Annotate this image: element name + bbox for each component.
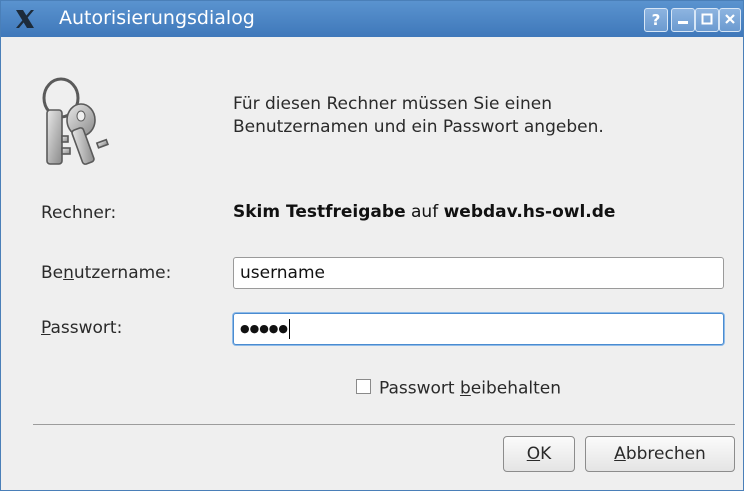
password-input[interactable]: ●●●●● bbox=[233, 313, 724, 345]
dialog-content: Für diesen Rechner müssen Sie einen Benu… bbox=[1, 38, 743, 490]
cancel-accelerator: A bbox=[614, 444, 626, 464]
cancel-button[interactable]: Abbrechen bbox=[585, 436, 735, 472]
remember-label-accelerator: b bbox=[459, 378, 471, 399]
ok-button[interactable]: OK bbox=[503, 436, 575, 472]
username-label-post: utzername: bbox=[73, 263, 172, 283]
host-label: Rechner: bbox=[41, 203, 117, 223]
server-name: webdav.hs-owl.de bbox=[443, 202, 616, 222]
close-icon bbox=[725, 14, 735, 24]
cancel-label-rest: bbrechen bbox=[625, 444, 706, 464]
x-logo-icon[interactable] bbox=[13, 7, 37, 31]
username-input[interactable]: username bbox=[233, 257, 724, 289]
password-label-accelerator: P bbox=[41, 318, 51, 338]
remember-password-row[interactable]: Passwort beibehalten bbox=[356, 378, 561, 402]
ok-label-rest: K bbox=[540, 444, 552, 464]
password-label: Passwort: bbox=[41, 318, 122, 338]
password-value: ●●●●● bbox=[240, 322, 288, 335]
help-icon: ? bbox=[651, 11, 661, 29]
window-title: Autorisierungsdialog bbox=[59, 7, 255, 29]
message-line-1: Für diesen Rechner müssen Sie einen bbox=[233, 94, 552, 114]
title-bar[interactable]: Autorisierungsdialog ? bbox=[1, 1, 743, 37]
password-label-post: asswort: bbox=[50, 318, 123, 338]
keys-icon bbox=[42, 77, 109, 165]
auth-dialog-window: Autorisierungsdialog ? Für diesen Rechne… bbox=[0, 0, 744, 491]
remember-label-pre: Passwort bbox=[379, 378, 460, 399]
remember-password-checkbox[interactable] bbox=[356, 379, 371, 394]
remember-password-label[interactable]: Passwort beibehalten bbox=[379, 379, 561, 399]
maximize-icon bbox=[701, 13, 713, 25]
help-button[interactable]: ? bbox=[644, 8, 668, 32]
auth-message: Für diesen Rechner müssen Sie einen Benu… bbox=[233, 93, 713, 139]
username-value: username bbox=[240, 263, 325, 283]
separator bbox=[33, 424, 735, 425]
maximize-button[interactable] bbox=[695, 8, 719, 32]
host-value: Skim Testfreigabe auf webdav.hs-owl.de bbox=[233, 202, 615, 222]
username-label-accelerator: n bbox=[63, 263, 74, 283]
text-caret bbox=[289, 319, 290, 339]
ok-accelerator: O bbox=[526, 444, 541, 464]
username-label-pre: Be bbox=[41, 263, 64, 283]
minimize-icon bbox=[678, 21, 688, 24]
share-name: Skim Testfreigabe bbox=[233, 202, 406, 222]
close-button[interactable] bbox=[719, 8, 741, 32]
message-line-2: Benutzernamen und ein Passwort angeben. bbox=[233, 117, 604, 137]
username-label: Benutzername: bbox=[41, 263, 171, 283]
minimize-button[interactable] bbox=[671, 8, 695, 32]
host-connector: auf bbox=[405, 202, 444, 222]
remember-label-post: eibehalten bbox=[470, 378, 562, 399]
